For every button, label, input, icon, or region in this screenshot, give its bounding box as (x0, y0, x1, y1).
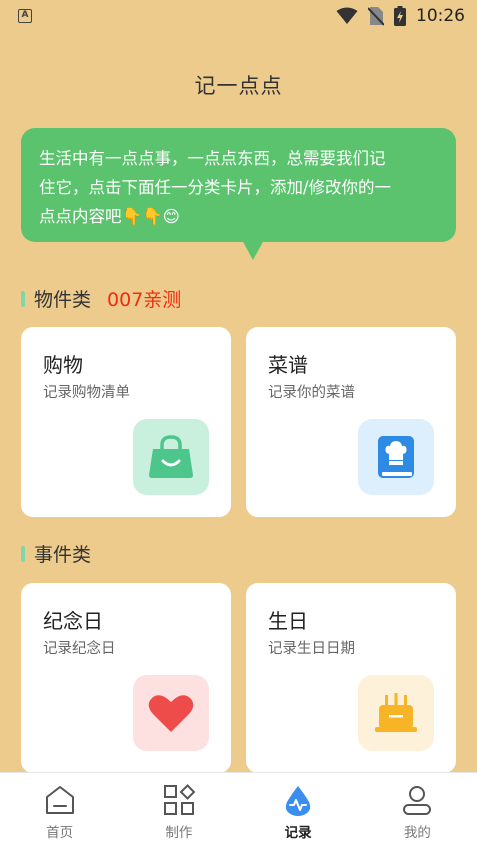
card-birthday[interactable]: 生日 记录生日日期 (246, 583, 456, 773)
intro-bubble: 生活中有一点点事，一点点东西，总需要我们记 住它，点击下面任一分类卡片，添加/修… (21, 128, 456, 242)
card-anniversary[interactable]: 纪念日 记录纪念日 (21, 583, 231, 773)
section-title: 物件类 (34, 289, 92, 311)
card-recipe[interactable]: 菜谱 记录你的菜谱 (246, 327, 456, 517)
home-icon (43, 783, 77, 817)
card-shopping[interactable]: 购物 记录购物清单 (21, 327, 231, 517)
section-tag: 007亲测 (107, 289, 182, 311)
clock: 10:26 (416, 6, 465, 26)
tab-record[interactable]: 记录 (239, 773, 358, 848)
card-subtitle: 记录你的菜谱 (268, 385, 355, 401)
bubble-tail (242, 240, 264, 260)
battery-charging-icon (394, 6, 406, 26)
tab-home[interactable]: 首页 (0, 773, 119, 848)
section-events: 事件类 (21, 540, 91, 567)
card-title: 生日 (268, 609, 308, 633)
no-sim-icon (368, 7, 384, 26)
heart-icon (133, 675, 209, 751)
tab-label: 记录 (284, 825, 312, 841)
recipe-book-icon (358, 419, 434, 495)
apps-icon (162, 783, 196, 817)
section-objects: 物件类 007亲测 (21, 285, 181, 312)
section-marker (21, 290, 25, 307)
section-marker (21, 545, 25, 562)
card-subtitle: 记录纪念日 (43, 641, 116, 657)
profile-icon (400, 783, 434, 817)
card-title: 购物 (43, 353, 83, 377)
tab-label: 首页 (46, 825, 74, 841)
intro-line-3: 点点内容吧👇👇😊 (39, 207, 180, 226)
card-subtitle: 记录购物清单 (43, 385, 130, 401)
notification-a-icon: A (18, 9, 32, 23)
wifi-icon (336, 7, 358, 24)
page-title: 记一点点 (194, 74, 283, 98)
tab-label: 我的 (403, 825, 431, 841)
section-title: 事件类 (34, 544, 92, 566)
tab-label: 制作 (165, 825, 193, 841)
bottom-tab-bar: 首页 制作 记录 我的 (0, 772, 477, 848)
birthday-cake-icon (358, 675, 434, 751)
record-icon (281, 783, 315, 817)
tab-make[interactable]: 制作 (119, 773, 238, 848)
shopping-bag-icon (133, 419, 209, 495)
tab-profile[interactable]: 我的 (358, 773, 477, 848)
card-title: 菜谱 (268, 353, 308, 377)
status-bar: A 10:26 (0, 0, 477, 32)
card-subtitle: 记录生日日期 (268, 641, 355, 657)
intro-line-1: 生活中有一点点事，一点点东西，总需要我们记 (39, 149, 386, 168)
intro-line-2: 住它，点击下面任一分类卡片，添加/修改你的一 (39, 178, 392, 197)
card-title: 纪念日 (43, 609, 103, 633)
